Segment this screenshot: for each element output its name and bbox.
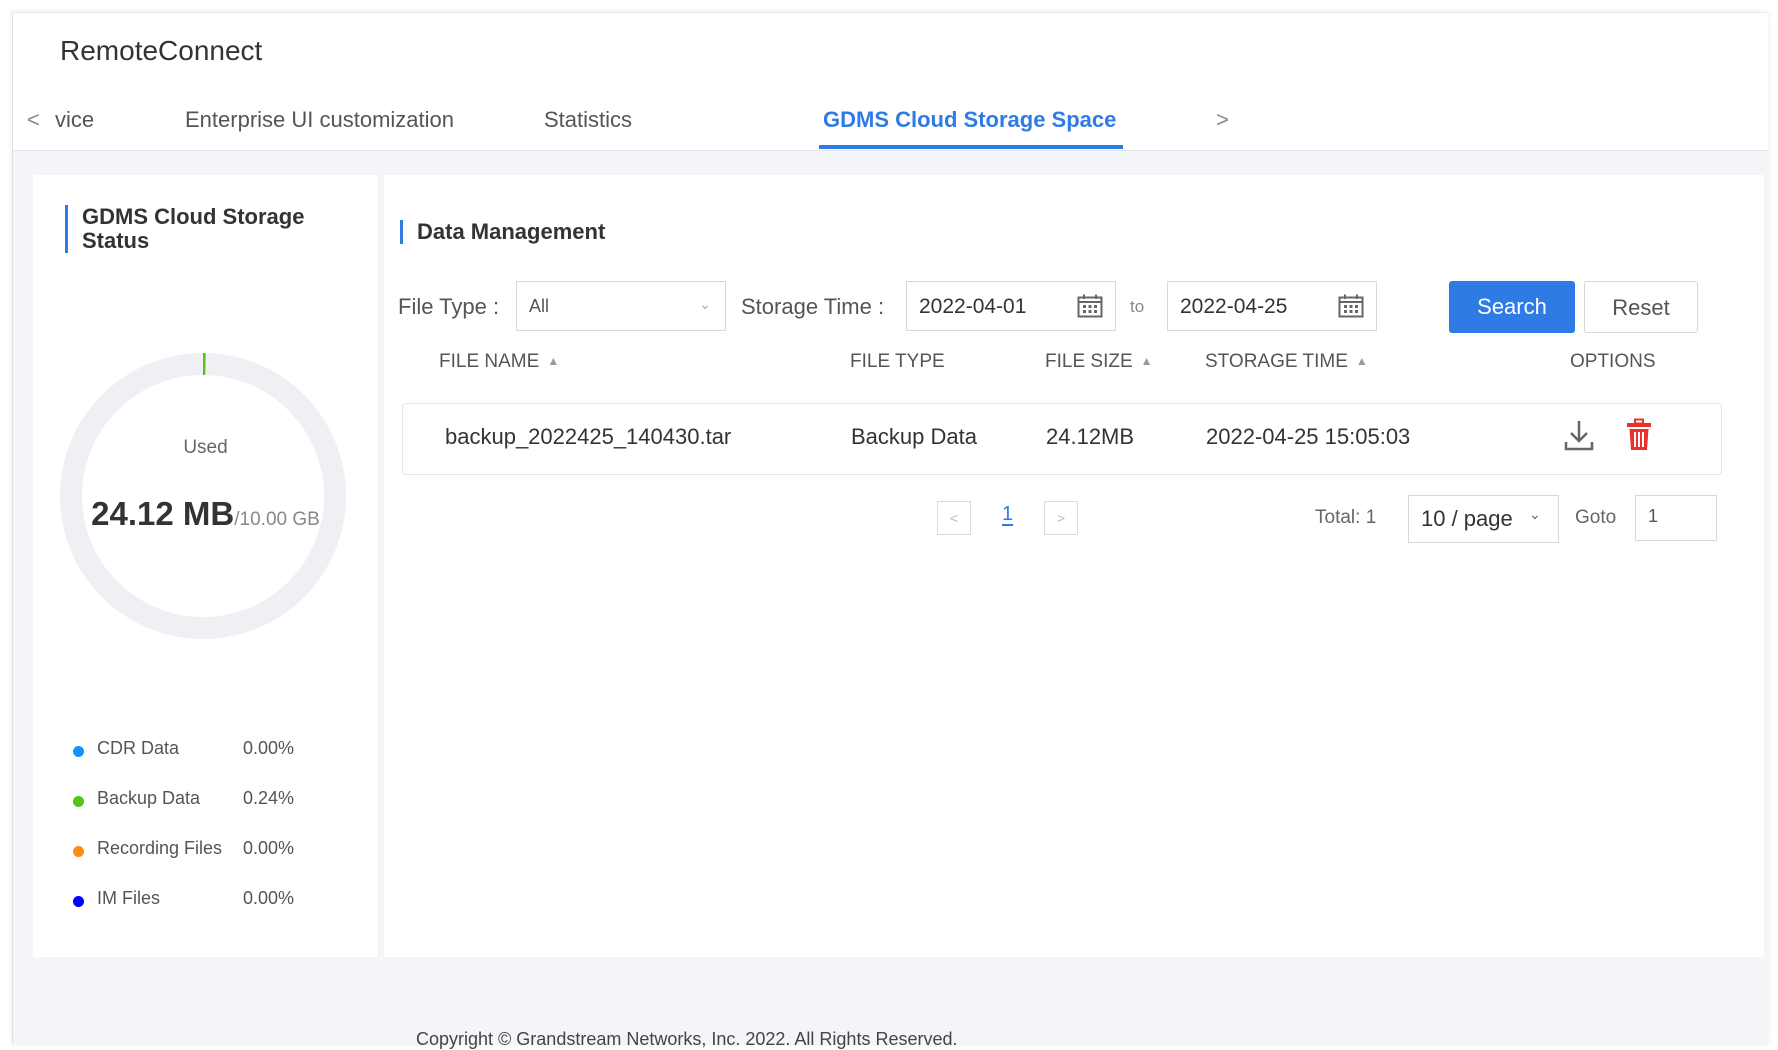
storage-status-title: GDMS Cloud Storage Status [65,205,304,253]
column-header-storage-time[interactable]: STORAGE TIME ▲ [1205,351,1368,373]
legend-dot [73,746,84,757]
table-row[interactable]: backup_2022425_140430.tar Backup Data 24… [402,403,1722,475]
delete-icon[interactable] [1626,418,1652,457]
legend-dot [73,796,84,807]
legend-dot [73,846,84,857]
column-header-options: OPTIONS [1570,351,1656,372]
legend-dot [73,896,84,907]
goto-page-input[interactable]: 1 [1635,495,1717,541]
legend-value: 0.00% [243,888,295,908]
download-icon[interactable] [1563,418,1595,457]
app-window: RemoteConnect < vice Enterprise UI custo… [12,12,1768,1049]
storage-status-title-line2: Status [82,228,150,253]
tab-enterprise-ui-customization[interactable]: Enterprise UI customization [185,107,454,133]
cell-storage-time: 2022-04-25 15:05:03 [1206,424,1411,449]
cell-file-type: Backup Data [851,424,977,449]
used-value: 24.12 MB/10.00 GB [33,495,378,533]
start-date-value: 2022-04-01 [919,295,1027,318]
legend-label: Recording Files [97,838,223,858]
cell-file-name: backup_2022425_140430.tar [445,424,732,449]
file-type-select[interactable]: All ⌄ [516,281,726,331]
pager-next-button[interactable]: > [1044,501,1078,535]
search-button[interactable]: Search [1449,281,1575,333]
file-type-label: File Type : [398,294,500,319]
file-type-value: All [529,296,550,316]
active-tab-indicator [819,145,1123,149]
storage-status-panel: GDMS Cloud Storage Status Used 24.12 MB/… [33,175,379,957]
total-count: Total: 1 [1315,507,1377,528]
column-header-file-type: FILE TYPE [850,351,945,372]
calendar-icon[interactable] [1077,294,1103,323]
chevron-down-icon: ⌄ [699,296,711,312]
legend-label: IM Files [97,888,160,908]
chevron-down-icon: ⌄ [1529,506,1541,522]
tab-gdms-cloud-storage-space[interactable]: GDMS Cloud Storage Space [823,107,1116,133]
sort-icon: ▲ [1355,354,1368,368]
top-bar: RemoteConnect < vice Enterprise UI custo… [13,13,1768,151]
app-title: RemoteConnect [60,35,263,66]
chevron-right-icon[interactable]: > [1216,107,1229,133]
calendar-icon[interactable] [1338,294,1364,323]
storage-time-label: Storage Time : [741,294,885,319]
column-header-file-size[interactable]: FILE SIZE ▲ [1045,351,1153,373]
chevron-left-icon[interactable]: < [27,107,40,133]
end-date-input[interactable]: 2022-04-25 [1167,281,1377,331]
start-date-input[interactable]: 2022-04-01 [906,281,1116,331]
page-size-value: 10 / page [1421,506,1513,531]
legend-label: CDR Data [97,738,180,758]
column-header-file-name[interactable]: FILE NAME ▲︎ [439,351,559,373]
end-date-value: 2022-04-25 [1180,295,1288,318]
legend-value: 0.00% [243,838,295,858]
goto-label: Goto [1575,507,1617,528]
legend-value: 0.24% [243,788,295,808]
data-management-title: Data Management [400,220,605,244]
legend-label: Backup Data [97,788,201,808]
legend-value: 0.00% [243,738,295,758]
sort-icon: ▲ [1140,354,1153,368]
reset-button[interactable]: Reset [1584,281,1698,333]
footer-copyright: Copyright © Grandstream Networks, Inc. 2… [416,1029,958,1049]
pager-prev-button[interactable]: < [937,501,971,535]
total-capacity: /10.00 GB [234,509,320,530]
used-amount: 24.12 MB [91,495,235,532]
pager-page-current[interactable]: 1 [1002,503,1013,526]
cell-file-size: 24.12MB [1046,424,1135,449]
page-size-select[interactable]: 10 / page ⌄ [1408,495,1559,543]
sort-icon: ▲︎ [547,354,560,368]
storage-status-title-line1: GDMS Cloud Storage [82,204,305,229]
date-range-to-label: to [1130,297,1145,316]
used-label: Used [183,437,228,458]
tab-statistics[interactable]: Statistics [544,107,632,133]
tab-device[interactable]: vice [55,107,94,133]
